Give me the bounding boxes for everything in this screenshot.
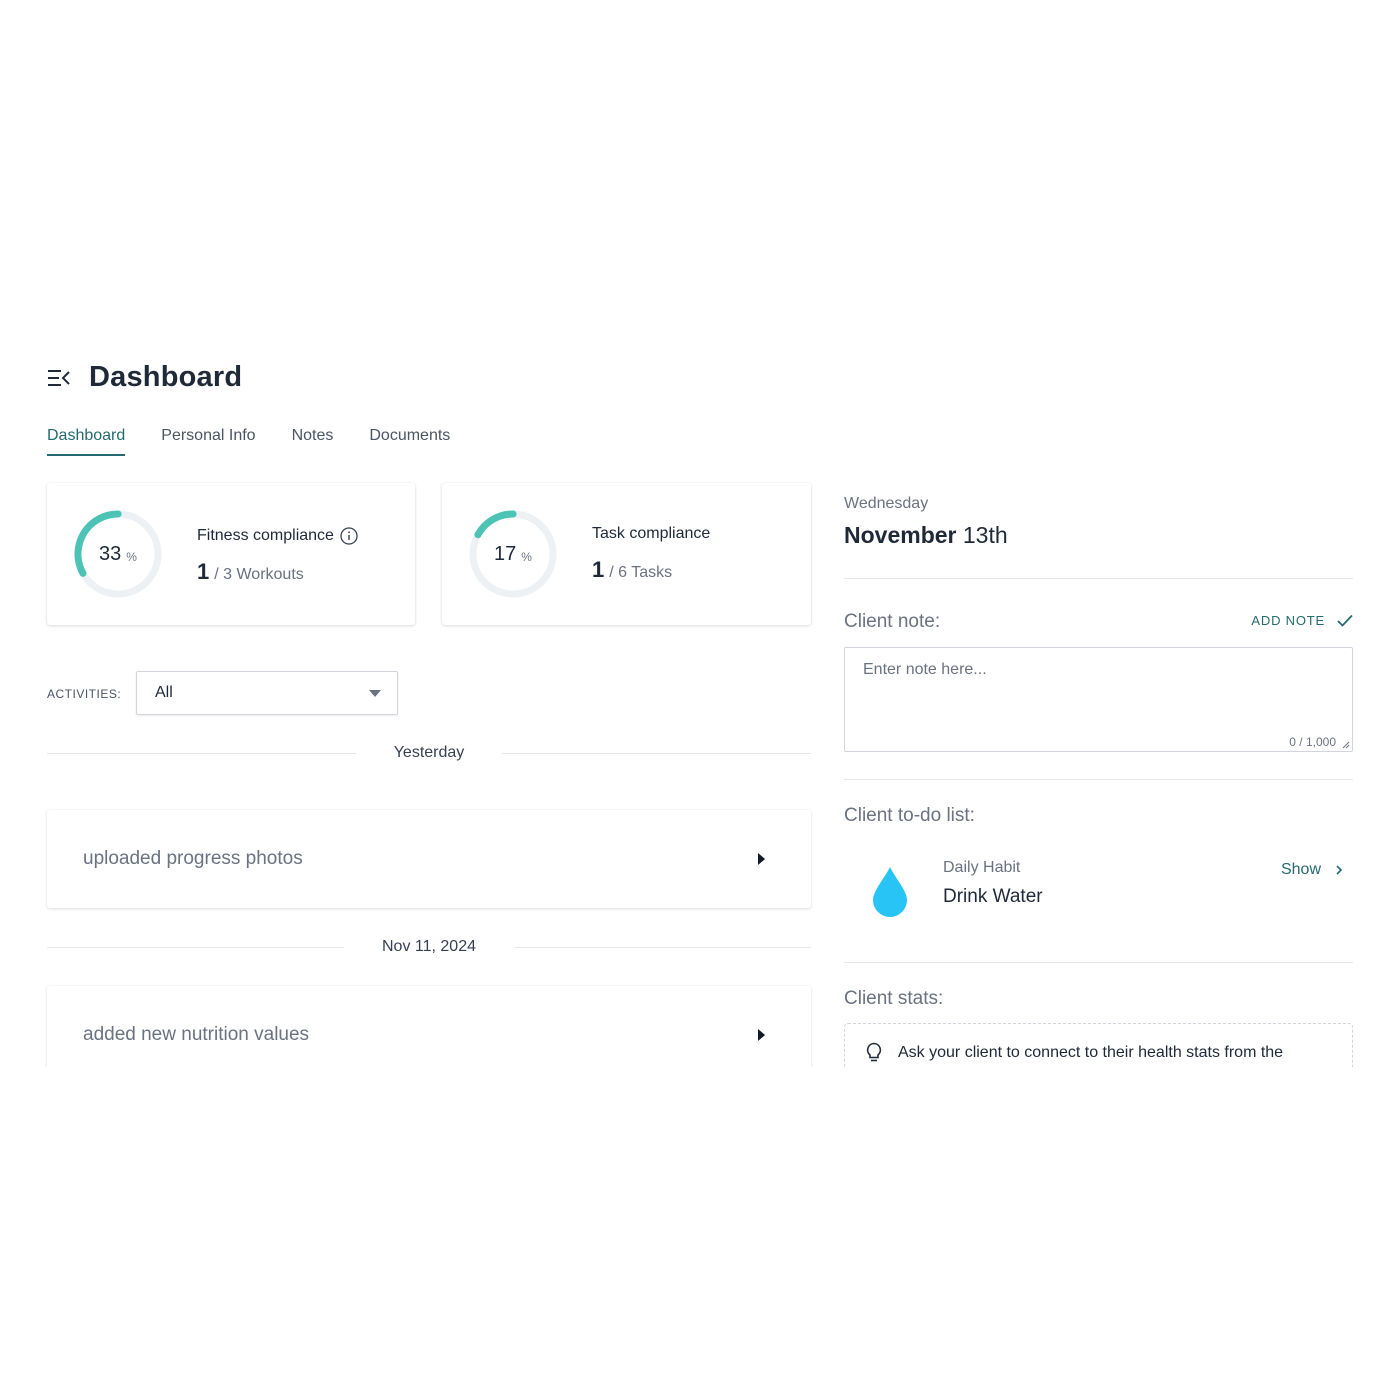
water-drop-icon bbox=[873, 867, 907, 917]
tab-personal-info[interactable]: Personal Info bbox=[161, 427, 255, 456]
weekday-label: Wednesday bbox=[844, 495, 929, 512]
tab-documents[interactable]: Documents bbox=[369, 427, 450, 456]
client-stats-label: Client stats: bbox=[844, 988, 944, 1009]
show-button[interactable]: Show bbox=[1281, 861, 1343, 879]
date-heading: November 13th bbox=[844, 522, 1008, 549]
dashboard-frame: Dashboard Dashboard Personal Info Notes … bbox=[0, 345, 1400, 1067]
fitness-completed: 1 bbox=[197, 559, 210, 584]
date-divider: Yesterday bbox=[47, 743, 812, 763]
activities-label: ACTIVITIES: bbox=[47, 687, 122, 701]
todo-type: Daily Habit bbox=[943, 859, 1021, 876]
task-title: Task compliance bbox=[592, 525, 711, 542]
tab-bar: Dashboard Personal Info Notes Documents bbox=[47, 427, 486, 456]
divider-line bbox=[502, 752, 812, 754]
check-icon bbox=[1337, 614, 1353, 627]
chevron-right-icon bbox=[1336, 865, 1343, 875]
fitness-percent: 33 bbox=[99, 542, 122, 565]
task-total: / 6 Tasks bbox=[609, 564, 673, 581]
task-gauge-label: 17 % bbox=[468, 509, 558, 599]
add-note-label: ADD NOTE bbox=[1251, 613, 1325, 628]
client-note-box: 0 / 1,000 bbox=[844, 647, 1353, 752]
tab-dashboard[interactable]: Dashboard bbox=[47, 427, 126, 456]
fitness-compliance-card: 33 % Fitness compliance 1 / 3 Workouts bbox=[47, 483, 415, 625]
divider-line bbox=[47, 752, 356, 754]
fitness-total: / 3 Workouts bbox=[214, 566, 304, 583]
fitness-percent-unit: % bbox=[126, 550, 137, 564]
fitness-gauge-label: 33 % bbox=[73, 509, 163, 599]
section-divider bbox=[844, 962, 1353, 963]
task-stat: 1 / 6 Tasks bbox=[592, 557, 672, 583]
add-note-button[interactable]: ADD NOTE bbox=[1251, 613, 1353, 628]
resize-handle-icon[interactable] bbox=[1342, 741, 1350, 749]
client-stats-text: Ask your client to connect to their heal… bbox=[898, 1044, 1284, 1061]
date-divider-label: Yesterday bbox=[393, 744, 465, 761]
date-divider: Nov 11, 2024 bbox=[47, 937, 811, 957]
activities-select[interactable]: All bbox=[136, 671, 398, 715]
divider-line bbox=[514, 946, 811, 948]
client-todo-label: Client to-do list: bbox=[844, 805, 975, 826]
caret-right-icon bbox=[758, 1029, 765, 1041]
fitness-title: Fitness compliance bbox=[197, 527, 358, 545]
caret-down-icon bbox=[369, 690, 381, 697]
activity-text: uploaded progress photos bbox=[83, 848, 303, 869]
task-completed: 1 bbox=[592, 557, 605, 582]
collapse-menu-icon[interactable] bbox=[47, 367, 73, 389]
todo-title: Drink Water bbox=[943, 886, 1043, 907]
section-divider bbox=[844, 779, 1353, 780]
page-header: Dashboard bbox=[47, 361, 242, 394]
client-note-label: Client note: bbox=[844, 611, 941, 632]
info-icon[interactable] bbox=[340, 527, 358, 545]
task-percent: 17 bbox=[494, 542, 517, 565]
task-percent-unit: % bbox=[521, 550, 532, 564]
activity-text: added new nutrition values bbox=[83, 1024, 310, 1045]
divider-line bbox=[47, 946, 344, 948]
date-divider-label: Nov 11, 2024 bbox=[382, 938, 476, 955]
activity-row[interactable]: added new nutrition values bbox=[47, 986, 811, 1067]
lightbulb-icon bbox=[866, 1042, 882, 1062]
activity-row[interactable]: uploaded progress photos bbox=[47, 810, 811, 908]
client-note-input[interactable] bbox=[863, 661, 1334, 731]
caret-right-icon bbox=[758, 853, 765, 865]
fitness-title-text: Fitness compliance bbox=[197, 527, 334, 544]
note-char-count: 0 / 1,000 bbox=[1289, 735, 1336, 749]
task-compliance-card: 17 % Task compliance 1 / 6 Tasks bbox=[442, 483, 811, 625]
date-day: 13th bbox=[962, 522, 1008, 548]
client-stats-box: Ask your client to connect to their heal… bbox=[844, 1023, 1353, 1067]
page-title: Dashboard bbox=[89, 361, 243, 393]
todo-item: Daily Habit Drink Water Show bbox=[844, 855, 1353, 925]
section-divider bbox=[844, 578, 1353, 579]
show-label: Show bbox=[1280, 861, 1321, 878]
activities-selected-value: All bbox=[155, 684, 173, 701]
tab-notes[interactable]: Notes bbox=[292, 427, 334, 456]
date-month: November bbox=[844, 522, 957, 548]
fitness-stat: 1 / 3 Workouts bbox=[197, 559, 304, 585]
